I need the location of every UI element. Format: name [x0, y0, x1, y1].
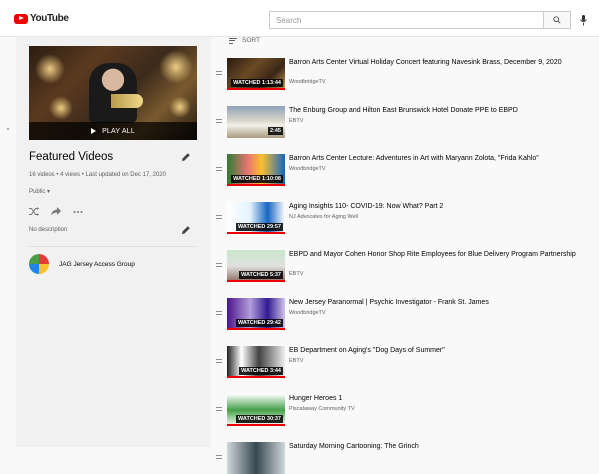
- video-title[interactable]: Hunger Heroes 1: [289, 394, 594, 403]
- mic-icon: [579, 14, 587, 25]
- stray-dot: [7, 128, 9, 130]
- owner-avatar: [29, 254, 49, 274]
- edit-description-pencil-icon[interactable]: [181, 225, 191, 235]
- sort-label: SORT: [242, 37, 260, 44]
- owner-name: JAG Jersey Access Group: [59, 260, 135, 268]
- youtube-logo[interactable]: YouTube: [14, 13, 69, 24]
- video-channel[interactable]: WoodbridgeTV: [289, 79, 326, 85]
- video-thumbnail[interactable]: WATCHED 30:37: [227, 394, 285, 426]
- drag-handle-icon[interactable]: [216, 167, 222, 171]
- video-channel[interactable]: WoodbridgeTV: [289, 166, 326, 172]
- drag-handle-icon[interactable]: [216, 215, 222, 219]
- duration-badge: WATCHED 29:42: [236, 319, 283, 327]
- video-channel[interactable]: NJ Advocates for Aging Well: [289, 214, 358, 220]
- video-thumbnail[interactable]: WATCHED 5:37: [227, 250, 285, 282]
- video-channel[interactable]: EBTV: [289, 271, 303, 277]
- watch-progress-bar: [227, 328, 285, 330]
- playlist-sidebar: PLAY ALL Featured Videos 16 videos • 4 v…: [16, 37, 211, 447]
- sort-icon: [229, 37, 237, 44]
- video-thumbnail[interactable]: 2:45: [227, 106, 285, 138]
- watch-progress-bar: [227, 184, 285, 186]
- playlist-description: No description: [29, 227, 68, 233]
- playlist-actions: [29, 207, 83, 216]
- video-title[interactable]: Barron Arts Center Virtual Holiday Conce…: [289, 58, 594, 67]
- musician-figure: [89, 63, 137, 123]
- duration-badge: WATCHED 1:10:08: [231, 175, 283, 183]
- video-thumbnail[interactable]: WATCHED 1:13:44: [227, 58, 285, 90]
- search-icon: [553, 16, 561, 24]
- video-title[interactable]: EBPD and Mayor Cohen Honor Shop Rite Emp…: [289, 250, 594, 259]
- video-channel[interactable]: EBTV: [289, 358, 303, 364]
- watch-progress-bar: [227, 376, 285, 378]
- video-channel[interactable]: EBTV: [289, 118, 303, 124]
- watch-progress-bar: [227, 424, 285, 426]
- search-input[interactable]: Search: [269, 11, 544, 29]
- search-button[interactable]: [543, 11, 571, 29]
- video-thumbnail[interactable]: WATCHED 1:10:08: [227, 154, 285, 186]
- playlist-stats: 16 videos • 4 views • Last updated on De…: [29, 172, 166, 178]
- playlist-hero-thumbnail[interactable]: PLAY ALL: [29, 46, 197, 140]
- duration-badge: 2:45: [267, 127, 283, 135]
- duration-badge: WATCHED 1:13:44: [231, 79, 283, 87]
- logo-text: YouTube: [30, 13, 69, 24]
- youtube-play-icon: [14, 13, 28, 24]
- play-all-button[interactable]: PLAY ALL: [29, 122, 197, 140]
- video-thumbnail[interactable]: WATCHED 29:57: [227, 202, 285, 234]
- video-title[interactable]: The Enburg Group and Hilton East Brunswi…: [289, 106, 594, 115]
- top-bar: YouTube Search: [0, 0, 599, 37]
- video-thumbnail[interactable]: WATCHED 3:44: [227, 346, 285, 378]
- watch-progress-bar: [227, 232, 285, 234]
- sidebar-divider: [29, 246, 197, 247]
- mic-button[interactable]: [578, 12, 588, 28]
- play-icon: [91, 128, 97, 134]
- privacy-dropdown[interactable]: Public ▾: [29, 188, 50, 195]
- play-all-label: PLAY ALL: [102, 127, 135, 135]
- duration-badge: WATCHED 30:37: [236, 415, 283, 423]
- share-icon[interactable]: [51, 207, 61, 216]
- drag-handle-icon[interactable]: [216, 359, 222, 363]
- video-channel[interactable]: WoodbridgeTV: [289, 310, 326, 316]
- playlist-title: Featured Videos: [29, 151, 114, 163]
- playlist-owner[interactable]: JAG Jersey Access Group: [29, 254, 135, 274]
- video-title[interactable]: Barron Arts Center Lecture: Adventures i…: [289, 154, 594, 163]
- edit-title-pencil-icon[interactable]: [181, 152, 191, 162]
- watch-progress-bar: [227, 280, 285, 282]
- caret-down-icon: ▾: [47, 189, 51, 195]
- duration-badge: WATCHED 29:57: [236, 223, 283, 231]
- video-thumbnail[interactable]: WATCHED 29:42: [227, 298, 285, 330]
- more-options-icon[interactable]: [73, 210, 83, 214]
- drag-handle-icon[interactable]: [216, 407, 222, 411]
- video-title[interactable]: EB Department on Aging's "Dog Days of Su…: [289, 346, 594, 355]
- privacy-label: Public: [29, 189, 46, 195]
- video-title[interactable]: New Jersey Paranormal | Psychic Investig…: [289, 298, 594, 307]
- drag-handle-icon[interactable]: [216, 263, 222, 267]
- drag-handle-icon[interactable]: [216, 71, 222, 75]
- shuffle-icon[interactable]: [29, 207, 39, 216]
- watch-progress-bar: [227, 88, 285, 90]
- video-channel[interactable]: Piscataway Community TV: [289, 406, 355, 412]
- trumpet-shape: [111, 94, 143, 108]
- sort-button[interactable]: SORT: [229, 37, 260, 44]
- duration-badge: WATCHED 3:44: [239, 367, 283, 375]
- drag-handle-icon[interactable]: [216, 119, 222, 123]
- drag-handle-icon[interactable]: [216, 455, 222, 459]
- playlist-video-list: SORT WATCHED 1:13:44 Barron Arts Center V…: [212, 37, 599, 474]
- drag-handle-icon[interactable]: [216, 311, 222, 315]
- duration-badge: WATCHED 5:37: [239, 271, 283, 279]
- video-title[interactable]: Aging Insights 110- COVID-19: Now What? …: [289, 202, 594, 211]
